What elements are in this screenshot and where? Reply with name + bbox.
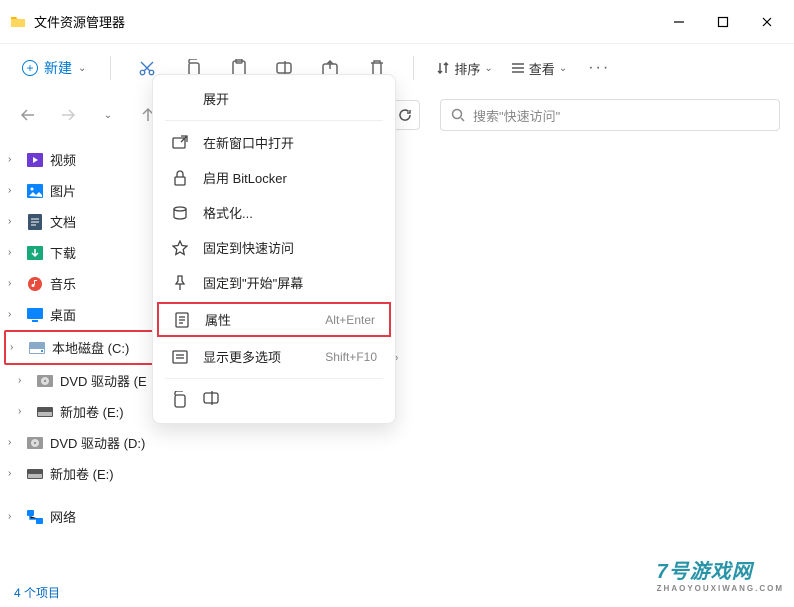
sort-icon bbox=[436, 61, 450, 75]
network-icon bbox=[26, 508, 44, 526]
downloads-icon bbox=[26, 244, 44, 262]
menu-bitlocker[interactable]: 启用 BitLocker bbox=[155, 160, 393, 195]
star-icon bbox=[171, 239, 189, 257]
search-placeholder: 搜索"快速访问" bbox=[473, 106, 560, 125]
sidebar-item-network[interactable]: ›网络 bbox=[4, 501, 154, 532]
format-icon bbox=[171, 204, 189, 222]
separator bbox=[165, 120, 383, 121]
item-count: 4 个项目 bbox=[14, 584, 60, 601]
sidebar-item-pictures[interactable]: ›图片 bbox=[4, 175, 154, 206]
properties-icon bbox=[173, 311, 191, 329]
dvd-icon bbox=[26, 434, 44, 452]
watermark: 7号游戏网 ZHAOYOUXIWANG.COM bbox=[657, 555, 784, 593]
separator bbox=[110, 56, 111, 80]
rename-icon[interactable] bbox=[203, 391, 221, 409]
sidebar-item-new-volume-e1[interactable]: ›新加卷 (E:) bbox=[4, 396, 154, 427]
sidebar-item-documents[interactable]: ›文档 bbox=[4, 206, 154, 237]
statusbar: 4 个项目 bbox=[0, 577, 74, 607]
disk-icon bbox=[28, 339, 46, 357]
sidebar-item-music[interactable]: ›音乐 bbox=[4, 268, 154, 299]
sidebar-item-dvd-d[interactable]: ›DVD 驱动器 (D:) bbox=[4, 427, 154, 458]
menu-icon-row bbox=[155, 383, 393, 417]
body: ›视频 ›图片 ›文档 ›下载 ›音乐 ›桌面 ›本地磁盘 (C:) ›DVD … bbox=[0, 138, 794, 577]
close-button[interactable] bbox=[760, 15, 774, 29]
chevron-down-icon: ⌄ bbox=[484, 63, 492, 74]
titlebar: 文件资源管理器 bbox=[0, 0, 794, 44]
chevron-down-icon: ⌄ bbox=[559, 63, 567, 74]
back-button[interactable] bbox=[14, 101, 42, 129]
sidebar-item-local-disk-c[interactable]: ›本地磁盘 (C:) bbox=[4, 330, 154, 365]
sidebar-item-new-volume-e2[interactable]: ›新加卷 (E:) bbox=[4, 458, 154, 489]
disk-icon bbox=[26, 465, 44, 483]
maximize-button[interactable] bbox=[716, 15, 730, 29]
sidebar: ›视频 ›图片 ›文档 ›下载 ›音乐 ›桌面 ›本地磁盘 (C:) ›DVD … bbox=[0, 138, 158, 577]
sidebar-item-video[interactable]: ›视频 bbox=[4, 144, 154, 175]
forward-button[interactable] bbox=[54, 101, 82, 129]
sort-label: 排序 bbox=[454, 59, 480, 78]
desktop-icon bbox=[26, 306, 44, 324]
sort-button[interactable]: 排序 ⌄ bbox=[430, 55, 498, 82]
menu-new-window[interactable]: 在新窗口中打开 bbox=[155, 125, 393, 160]
search-icon bbox=[451, 108, 465, 122]
pictures-icon bbox=[26, 182, 44, 200]
window-controls bbox=[672, 15, 784, 29]
menu-properties[interactable]: 属性Alt+Enter bbox=[157, 302, 391, 337]
folder-icon bbox=[10, 14, 26, 30]
dvd-icon bbox=[36, 372, 54, 390]
recent-button[interactable]: ⌄ bbox=[94, 101, 122, 129]
music-icon bbox=[26, 275, 44, 293]
menu-format[interactable]: 格式化... bbox=[155, 195, 393, 230]
view-icon bbox=[511, 61, 525, 75]
video-icon bbox=[26, 151, 44, 169]
sidebar-item-desktop[interactable]: ›桌面 bbox=[4, 299, 154, 330]
view-label: 查看 bbox=[529, 59, 555, 78]
menu-more-options[interactable]: 显示更多选项Shift+F10 bbox=[155, 339, 393, 374]
copy-icon[interactable] bbox=[171, 391, 187, 409]
chevron-down-icon: ⌄ bbox=[78, 63, 86, 74]
view-button[interactable]: 查看 ⌄ bbox=[505, 55, 573, 82]
menu-pin-quick[interactable]: 固定到快速访问 bbox=[155, 230, 393, 265]
new-button[interactable]: + 新建 ⌄ bbox=[14, 54, 94, 82]
menu-expand[interactable]: 展开 bbox=[155, 81, 393, 116]
separator bbox=[413, 56, 414, 80]
minimize-button[interactable] bbox=[672, 15, 686, 29]
documents-icon bbox=[26, 213, 44, 231]
window-title: 文件资源管理器 bbox=[34, 12, 672, 31]
lock-icon bbox=[171, 169, 189, 187]
more-icon bbox=[171, 348, 189, 366]
new-label: 新建 bbox=[44, 58, 72, 78]
nav-area: ⌄ 搜索"快速访问" bbox=[0, 92, 794, 138]
menu-pin-start[interactable]: 固定到"开始"屏幕 bbox=[155, 265, 393, 300]
new-window-icon bbox=[171, 134, 189, 152]
sidebar-item-downloads[interactable]: ›下载 bbox=[4, 237, 154, 268]
more-button[interactable]: ··· bbox=[579, 52, 619, 84]
context-menu: 展开 在新窗口中打开 启用 BitLocker 格式化... 固定到快速访问 固… bbox=[152, 74, 396, 424]
separator bbox=[165, 378, 383, 379]
plus-icon: + bbox=[22, 60, 38, 76]
pin-icon bbox=[171, 274, 189, 292]
search-input[interactable]: 搜索"快速访问" bbox=[440, 99, 780, 131]
toolbar: + 新建 ⌄ 排序 ⌄ 查看 ⌄ ··· bbox=[0, 44, 794, 92]
sidebar-item-dvd-e[interactable]: ›DVD 驱动器 (E bbox=[4, 365, 154, 396]
disk-icon bbox=[36, 403, 54, 421]
